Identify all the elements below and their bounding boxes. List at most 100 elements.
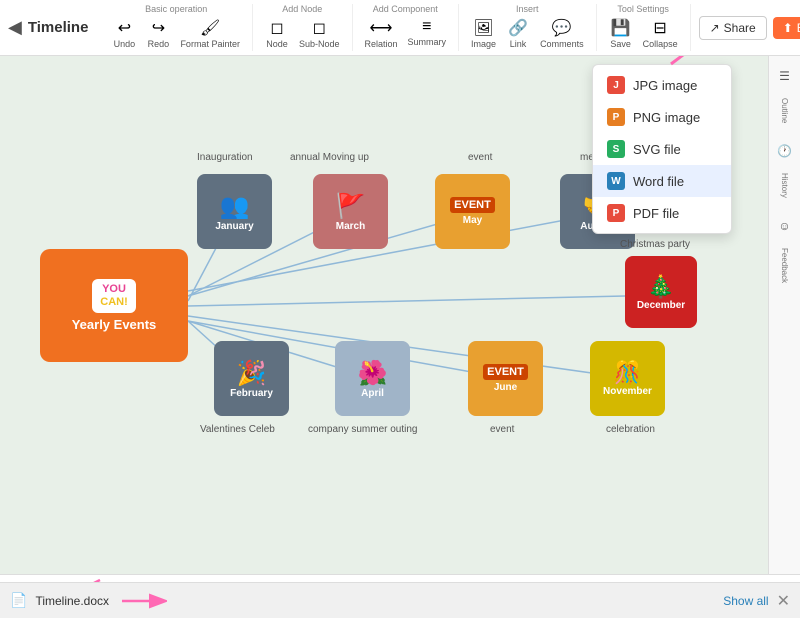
comments-label: Comments xyxy=(540,39,584,49)
node-march[interactable]: 🚩 March xyxy=(313,174,388,249)
node-march-label: March xyxy=(336,221,365,232)
export-button[interactable]: ⬆ Export xyxy=(773,17,800,39)
node-may[interactable]: EVENT May xyxy=(435,174,510,249)
center-node[interactable]: YOUCAN! Yearly Events xyxy=(40,249,188,362)
node-november[interactable]: 🎊 November xyxy=(590,341,665,416)
redo-icon: ↪ xyxy=(152,18,165,38)
back-button[interactable]: ◀ xyxy=(8,16,22,40)
redo-label: Redo xyxy=(148,39,170,49)
group-label-basic: Basic operation xyxy=(145,4,207,14)
collapse-label: Collapse xyxy=(643,39,678,49)
undo-label: Undo xyxy=(114,39,136,49)
save-icon: 💾 xyxy=(611,18,631,38)
node-march-sublabel: annual Moving up xyxy=(290,152,369,163)
group-items-basic: ↩Undo ↪Redo 🖌Format Painter xyxy=(108,16,244,51)
summary-button[interactable]: ≡Summary xyxy=(404,16,451,51)
node-february-sublabel: Valentines Celeb xyxy=(200,424,275,435)
node-june-label: June xyxy=(494,382,517,393)
group-items-insert: 🖼Image 🔗Link 💬Comments xyxy=(467,16,588,51)
export-word[interactable]: W Word file xyxy=(593,165,731,197)
share-icon: ↗ xyxy=(710,21,720,35)
summary-label: Summary xyxy=(408,37,447,47)
node-icon: ◻ xyxy=(270,18,283,38)
format-painter-button[interactable]: 🖌Format Painter xyxy=(176,16,244,51)
save-button[interactable]: 💾Save xyxy=(605,16,637,51)
link-label: Link xyxy=(510,39,527,49)
node-february[interactable]: 🎉 February xyxy=(214,341,289,416)
download-bar: 📄 Timeline.docx Show all ✕ xyxy=(0,582,800,618)
redo-button[interactable]: ↪Redo xyxy=(142,16,174,51)
sub-node-button[interactable]: ◻Sub-Node xyxy=(295,16,344,51)
history-button[interactable]: 🕐 xyxy=(773,139,797,163)
image-button[interactable]: 🖼Image xyxy=(467,16,500,51)
word-icon: W xyxy=(607,172,625,190)
feedback-button[interactable]: ☺ xyxy=(773,214,797,238)
app-title: Timeline xyxy=(28,19,89,36)
node-november-sublabel: celebration xyxy=(606,424,655,435)
link-icon: 🔗 xyxy=(508,18,528,38)
svg-label: SVG file xyxy=(633,142,681,157)
image-icon: 🖼 xyxy=(473,18,493,38)
undo-button[interactable]: ↩Undo xyxy=(108,16,140,51)
group-label-add-component: Add Component xyxy=(373,4,438,14)
png-icon: P xyxy=(607,108,625,126)
node-april-label: April xyxy=(361,388,384,399)
summary-icon: ≡ xyxy=(422,18,431,36)
relation-icon: ⟷ xyxy=(370,18,393,38)
node-april[interactable]: 🌺 April xyxy=(335,341,410,416)
node-december-label: December xyxy=(637,300,685,311)
comments-icon: 💬 xyxy=(552,18,572,38)
comments-button[interactable]: 💬Comments xyxy=(536,16,588,51)
export-jpg[interactable]: J JPG image xyxy=(593,69,731,101)
image-label: Image xyxy=(471,39,496,49)
export-pdf[interactable]: P PDF file xyxy=(593,197,731,229)
node-label: Node xyxy=(266,39,288,49)
node-december-sublabel: Christmas party xyxy=(620,239,690,250)
node-button[interactable]: ◻Node xyxy=(261,16,293,51)
export-png[interactable]: P PNG image xyxy=(593,101,731,133)
group-items-tool-settings: 💾Save ⊟Collapse xyxy=(605,16,682,51)
group-label-add-node: Add Node xyxy=(282,4,322,14)
outline-button[interactable]: ☰ xyxy=(773,64,797,88)
feedback-label: Feedback xyxy=(780,248,789,283)
history-label: History xyxy=(780,173,789,198)
png-label: PNG image xyxy=(633,110,700,125)
toolbar-group-insert: Insert 🖼Image 🔗Link 💬Comments xyxy=(467,4,597,51)
link-button[interactable]: 🔗Link xyxy=(502,16,534,51)
download-filename: Timeline.docx xyxy=(35,594,109,608)
undo-icon: ↩ xyxy=(118,18,131,38)
toolbar-group-basic: Basic operation ↩Undo ↪Redo 🖌Format Pain… xyxy=(108,4,253,51)
main-area: YOUCAN! Yearly Events 👥 January Inaugura… xyxy=(0,56,800,574)
pdf-icon: P xyxy=(607,204,625,222)
pdf-label: PDF file xyxy=(633,206,679,221)
group-label-tool-settings: Tool Settings xyxy=(617,4,669,14)
export-dropdown: J JPG image P PNG image S SVG file W Wor… xyxy=(592,64,732,234)
save-label: Save xyxy=(610,39,631,49)
canvas[interactable]: YOUCAN! Yearly Events 👥 January Inaugura… xyxy=(0,56,768,574)
node-june[interactable]: EVENT June xyxy=(468,341,543,416)
relation-label: Relation xyxy=(365,39,398,49)
download-arrow xyxy=(117,589,167,613)
collapse-button[interactable]: ⊟Collapse xyxy=(639,16,682,51)
node-january-sublabel: Inauguration xyxy=(197,152,253,163)
close-download-button[interactable]: ✕ xyxy=(777,591,790,611)
node-january-label: January xyxy=(215,221,253,232)
node-april-sublabel: company summer outing xyxy=(308,424,418,435)
format-painter-icon: 🖌 xyxy=(200,18,220,38)
share-button[interactable]: ↗ Share xyxy=(699,16,767,40)
show-all-button[interactable]: Show all xyxy=(723,594,768,608)
node-may-label: May xyxy=(463,215,482,226)
node-january[interactable]: 👥 January xyxy=(197,174,272,249)
word-label: Word file xyxy=(633,174,684,189)
node-december[interactable]: 🎄 December xyxy=(625,256,697,328)
toolbar: ◀ Timeline Basic operation ↩Undo ↪Redo 🖌… xyxy=(0,0,800,56)
node-may-sublabel: event xyxy=(468,152,492,163)
relation-button[interactable]: ⟷Relation xyxy=(361,16,402,51)
right-sidebar: ☰ Outline 🕐 History ☺ Feedback xyxy=(768,56,800,574)
outline-label: Outline xyxy=(780,98,789,123)
center-node-label: Yearly Events xyxy=(72,317,157,332)
export-icon: ⬆ xyxy=(783,21,793,35)
sub-node-label: Sub-Node xyxy=(299,39,340,49)
group-label-insert: Insert xyxy=(516,4,539,14)
export-svg[interactable]: S SVG file xyxy=(593,133,731,165)
